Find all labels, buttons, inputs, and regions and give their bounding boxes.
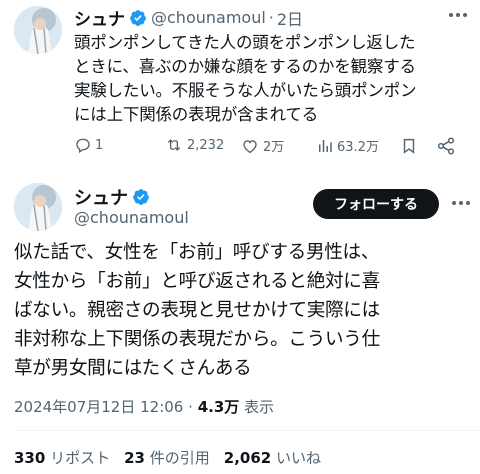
tweet-text: 頭ポンポンしてきた人の頭をポンポンし返した ときに、喜ぶのか嫌な顔をするのかを観…: [74, 31, 474, 127]
separator: ·: [188, 398, 193, 416]
views-button[interactable]: 63.2万: [316, 136, 379, 155]
likes-count: 2,062: [223, 449, 272, 467]
handle[interactable]: @chounamoul: [151, 8, 266, 27]
views-count: 4.3万: [197, 398, 240, 416]
views-label: 表示: [244, 398, 275, 416]
divider: [14, 430, 480, 431]
tweet-actions: 1 2,232 2万 63.2万: [74, 136, 470, 160]
tweet-line: ときに、喜ぶのか嫌な顔をするのかを観察する: [74, 57, 416, 76]
tweet-meta: 2024年07月12日 12:06 · 4.3万 表示: [14, 396, 274, 417]
reply-count: 1: [95, 137, 104, 153]
tweet-line: 実験したい。不服そうな人がいたら頭ポンポン: [74, 81, 417, 100]
reposts-count: 330: [14, 449, 46, 467]
tweet-header: シュナ: [74, 184, 150, 210]
tweet-line: 女性から「お前」と呼び返されると絶対に喜: [14, 271, 380, 292]
tweet-stats: 330 リポスト 23 件の引用 2,062 いいね: [14, 447, 321, 468]
tweet-line: 頭ポンポンしてきた人の頭をポンポンし返した: [74, 33, 416, 52]
display-name[interactable]: シュナ: [74, 184, 128, 210]
tweet-line: ばない。親密さの表現と見せかけて実際には: [14, 300, 380, 321]
tweet-header: シュナ @chounamoul · 2日: [74, 5, 303, 30]
verified-badge-icon: [129, 9, 147, 27]
more-icon[interactable]: [448, 192, 474, 214]
more-icon[interactable]: [444, 4, 472, 26]
likes-stat[interactable]: 2,062 いいね: [224, 449, 321, 467]
views-icon: [319, 139, 332, 152]
avatar[interactable]: [14, 183, 62, 231]
repost-icon: [167, 139, 181, 151]
avatar-image: [14, 183, 62, 231]
quotes-count: 23: [124, 449, 145, 467]
reposts-label: リポスト: [50, 449, 111, 467]
avatar-image: [14, 6, 62, 54]
display-name[interactable]: シュナ: [74, 5, 125, 30]
avatar[interactable]: [14, 6, 62, 54]
verified-badge-icon: [132, 188, 150, 206]
reply-button[interactable]: 1: [74, 136, 103, 154]
like-icon: [243, 139, 257, 153]
tweet-text: 似た話で、女性を「お前」呼びする男性は、 女性から「お前」と呼び返されると絶対に…: [14, 238, 472, 383]
tweet-line: には上下関係の表現が含まれてる: [74, 105, 319, 124]
tweet-line: 草が男女間にはたくさんある: [14, 358, 252, 379]
separator: ·: [268, 8, 274, 27]
like-count: 2万: [263, 140, 285, 155]
timestamp[interactable]: 2日: [277, 6, 303, 30]
reply-icon: [76, 138, 90, 154]
repost-button[interactable]: 2,232: [164, 136, 224, 154]
bookmark-button[interactable]: [400, 136, 421, 156]
follow-button[interactable]: フォローする: [313, 189, 439, 219]
quotes-stat[interactable]: 23 件の引用: [124, 449, 210, 467]
tweet-line: 非対称な上下関係の表現だから。こういう仕: [14, 329, 380, 350]
handle[interactable]: @chounamoul: [74, 208, 189, 227]
bookmark-icon: [403, 138, 415, 154]
tweet-line: 似た話で、女性を「お前」呼びする男性は、: [14, 242, 380, 263]
like-button[interactable]: 2万: [240, 136, 284, 155]
quotes-label: 件の引用: [149, 449, 210, 467]
reposts-stat[interactable]: 330 リポスト: [14, 449, 110, 467]
share-button[interactable]: [436, 136, 459, 156]
views-count: 63.2万: [337, 140, 379, 155]
share-icon: [437, 137, 455, 155]
repost-count: 2,232: [187, 137, 225, 153]
likes-label: いいね: [276, 449, 322, 467]
tweet-datetime[interactable]: 2024年07月12日 12:06: [14, 398, 183, 416]
